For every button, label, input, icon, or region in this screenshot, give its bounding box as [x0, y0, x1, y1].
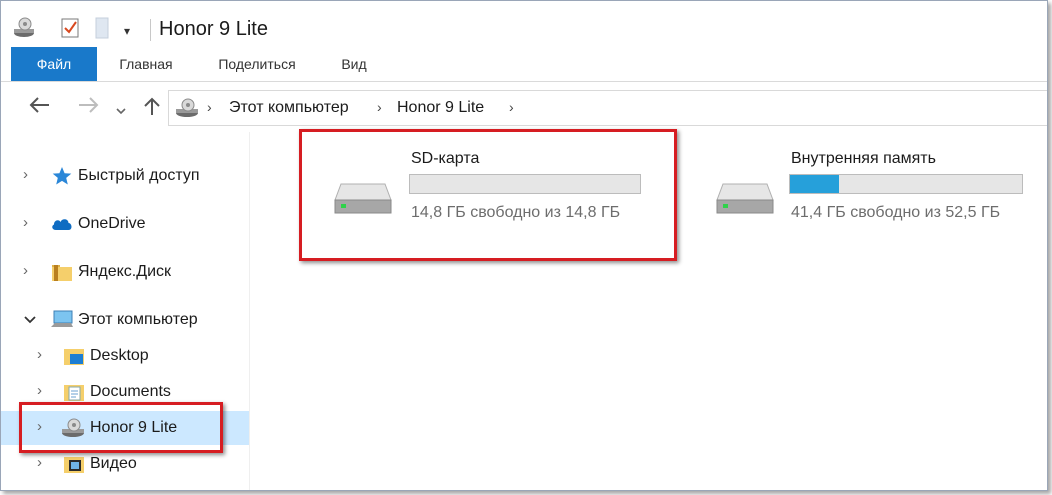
phone-drive-icon: [61, 418, 84, 438]
drive-tile-internal-storage[interactable]: Внутренняя память 41,4 ГБ свободно из 52…: [701, 132, 1045, 256]
chevron-right-icon[interactable]: ›: [23, 262, 28, 279]
tab-home[interactable]: Главная: [107, 47, 185, 81]
drive-tile-sd-card[interactable]: SD-карта 14,8 ГБ свободно из 14,8 ГБ: [301, 132, 673, 256]
folder-icon: [51, 262, 73, 282]
customize-quick-access-icon[interactable]: ▾: [124, 18, 130, 44]
recent-locations-chevron-icon[interactable]: [115, 99, 127, 122]
breadcrumb-this-pc[interactable]: Этот компьютер: [229, 99, 349, 117]
properties-icon[interactable]: [61, 15, 81, 41]
up-arrow-icon[interactable]: [142, 96, 162, 122]
chevron-right-icon[interactable]: ›: [37, 346, 42, 363]
tab-file[interactable]: Файл: [11, 47, 97, 81]
breadcrumb-separator-icon[interactable]: ›: [377, 99, 382, 115]
drive-name: Внутренняя память: [791, 150, 936, 167]
drive-name: SD-карта: [411, 150, 480, 167]
explorer-window: ▾ Honor 9 Lite Файл Главная Поделиться В…: [0, 0, 1048, 491]
drive-location-icon: [175, 97, 201, 124]
address-row: › Этот компьютер › Honor 9 Lite ›: [1, 82, 1047, 132]
nav-item-video[interactable]: › Видео: [1, 447, 249, 481]
video-folder-icon: [63, 454, 85, 474]
cloud-icon: [50, 214, 72, 234]
nav-item-honor-9-lite[interactable]: › Honor 9 Lite: [1, 411, 249, 445]
chevron-right-icon[interactable]: ›: [37, 454, 42, 471]
drive-usage-fill: [790, 175, 839, 193]
documents-folder-icon: [63, 382, 85, 402]
tab-view[interactable]: Вид: [329, 47, 379, 81]
address-bar[interactable]: › Этот компьютер › Honor 9 Lite ›: [168, 90, 1047, 126]
nav-item-desktop[interactable]: › Desktop: [1, 339, 249, 373]
title-separator: [150, 19, 151, 41]
drive-free-space: 41,4 ГБ свободно из 52,5 ГБ: [791, 204, 1001, 221]
drive-free-space: 14,8 ГБ свободно из 14,8 ГБ: [411, 204, 621, 221]
ribbon-tabs: Файл Главная Поделиться Вид: [1, 47, 1047, 82]
nav-item-quick-access[interactable]: › Быстрый доступ: [1, 159, 249, 193]
nav-item-documents[interactable]: › Documents: [1, 375, 249, 409]
new-folder-icon[interactable]: [95, 15, 109, 41]
drive-icon: [333, 182, 393, 216]
chevron-right-icon[interactable]: ›: [37, 382, 42, 399]
title-bar: ▾ Honor 9 Lite: [1, 1, 1047, 47]
breadcrumb-separator-icon[interactable]: ›: [509, 99, 514, 115]
drive-icon: [715, 182, 775, 216]
drive-app-icon: [13, 15, 37, 41]
drive-usage-bar: [409, 174, 641, 194]
desktop-folder-icon: [63, 346, 85, 366]
nav-item-yandex-disk[interactable]: › Яндекс.Диск: [1, 255, 249, 289]
window-title: Honor 9 Lite: [159, 18, 268, 40]
nav-item-onedrive[interactable]: › OneDrive: [1, 207, 249, 241]
navigation-pane: › Быстрый доступ › OneDrive › Яндекс.Дис…: [1, 132, 250, 490]
chevron-right-icon[interactable]: ›: [23, 166, 28, 183]
chevron-down-icon[interactable]: [23, 312, 37, 329]
nav-item-this-pc[interactable]: Этот компьютер: [1, 303, 249, 337]
tab-share[interactable]: Поделиться: [205, 47, 309, 81]
forward-arrow-icon[interactable]: [77, 96, 99, 120]
drive-usage-bar: [789, 174, 1023, 194]
computer-icon: [50, 310, 73, 330]
chevron-right-icon[interactable]: ›: [23, 214, 28, 231]
chevron-right-icon[interactable]: ›: [37, 418, 42, 435]
breadcrumb-honor[interactable]: Honor 9 Lite: [397, 99, 484, 117]
back-arrow-icon[interactable]: [29, 96, 51, 120]
star-icon: [51, 166, 73, 186]
breadcrumb-separator-icon[interactable]: ›: [207, 99, 212, 115]
